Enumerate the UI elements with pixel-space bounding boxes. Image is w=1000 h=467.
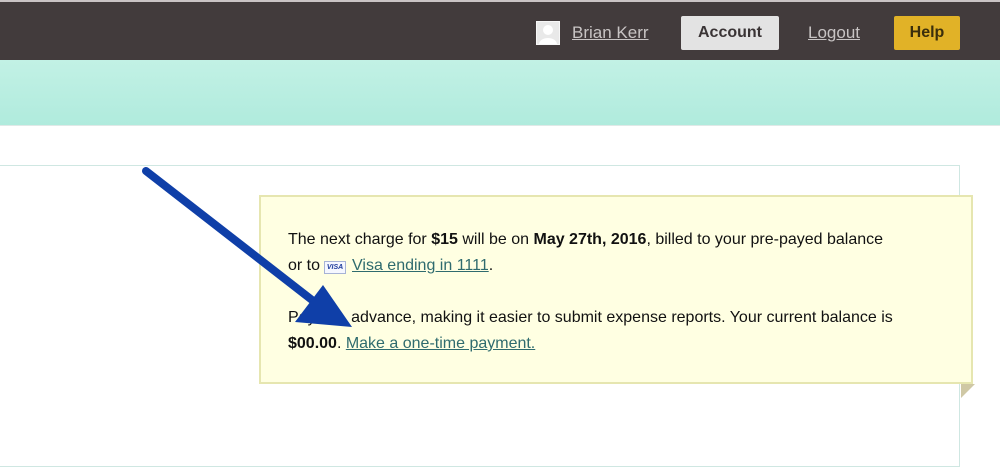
one-time-payment-link[interactable]: Make a one-time payment. — [346, 335, 535, 352]
next-charge-text: The next charge for $15 will be on May 2… — [288, 231, 884, 248]
balance-text: Pay advance, making it easier to submit … — [288, 309, 893, 326]
charge-amount: $15 — [431, 231, 458, 248]
top-navigation-bar: Brian Kerr Account Logout Help — [0, 0, 1000, 60]
charge-date: May 27th, 2016 — [533, 231, 647, 248]
current-balance: $00.00 — [288, 335, 337, 352]
balance-line: $00.00. Make a one-time payment. — [288, 335, 536, 352]
card-line: or to VISA Visa ending in 1111. — [288, 257, 494, 274]
header-divider — [0, 125, 1000, 126]
note-corner-fold — [961, 384, 975, 398]
visa-card-icon: VISA — [324, 261, 347, 274]
logout-link[interactable]: Logout — [808, 23, 860, 43]
account-button[interactable]: Account — [681, 16, 779, 50]
billing-info-note: The next charge for $15 will be on May 2… — [259, 195, 973, 384]
help-button[interactable]: Help — [894, 16, 960, 50]
user-avatar-icon[interactable] — [536, 21, 560, 45]
visa-card-link[interactable]: Visa ending in 1111 — [352, 257, 489, 274]
page-header-band — [0, 60, 1000, 125]
user-name-link[interactable]: Brian Kerr — [572, 23, 649, 43]
